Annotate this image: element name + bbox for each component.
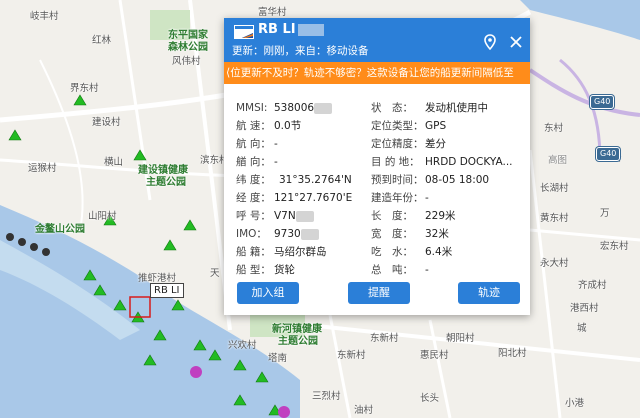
track-button[interactable]: 轨迹 (458, 282, 520, 304)
field-length: 长 度： 229米 (371, 210, 456, 222)
ship-callout[interactable]: RB LI (150, 283, 184, 298)
map-label: 运猴村 (28, 163, 57, 174)
popup-header: RB LI 更新：刚刚，来自：移动设备 (224, 18, 530, 62)
map-label: 东新村 (337, 350, 366, 361)
map-label: 城 (577, 323, 587, 334)
map-label: 横山 (104, 157, 124, 168)
field-width: 宽 度： 32米 (371, 228, 449, 240)
map-label-park: 森林公园 (168, 42, 208, 53)
map-label: 富华村 (258, 7, 287, 18)
field-heading: 艏 向： - (236, 156, 278, 168)
map-label: 阳北村 (498, 348, 527, 359)
field-flag: 船 籍： 马绍尔群岛 (236, 246, 327, 258)
field-imo: IMO： 9730 (236, 226, 319, 242)
map-label: 高图 (548, 155, 568, 166)
field-speed: 航 速： 0.0节 (236, 120, 302, 132)
highway-shield: G40 (596, 147, 621, 161)
map-label: 山阳村 (88, 211, 117, 222)
map-label: 齐成村 (578, 280, 607, 291)
map-label: 三烈村 (312, 391, 341, 402)
map-label: 港西村 (570, 303, 599, 314)
map-label: 塔南 (268, 353, 288, 364)
flag-icon (234, 25, 254, 39)
field-status: 状 态： 发动机使用中 (371, 102, 488, 114)
map-label: 建设村 (92, 117, 121, 128)
promo-notice[interactable]: ⟨位更新不及时？轨迹不够密？这款设备让您的船更新间隔低至 (224, 62, 530, 84)
ship-info-popup: RB LI 更新：刚刚，来自：移动设备 ⟨位更新不及时？轨迹不够密？这款设备让您… (224, 18, 530, 315)
field-course: 航 向： - (236, 138, 278, 150)
field-mmsi: MMSI: 538006 (236, 100, 333, 116)
field-gross-tonnage: 总 吨： - (371, 264, 429, 276)
field-destination: 目 的 地： HRDD DOCKYA... (371, 156, 513, 168)
map-label: 永大村 (540, 258, 569, 269)
map-label: 兴欢村 (228, 340, 257, 351)
map-label: 黄东村 (540, 213, 569, 224)
map-label: 东新村 (370, 333, 399, 344)
map-label: 万 (600, 208, 610, 219)
map-label: 天 (210, 268, 220, 279)
map-label: 岐丰村 (30, 11, 59, 22)
map-label: 宏东村 (600, 241, 629, 252)
map-label-park: 主题公园 (278, 336, 318, 347)
field-build-year: 建造年份： - (371, 192, 429, 204)
field-eta: 预到时间： 08-05 18:00 (371, 174, 490, 186)
ship-name: RB LI (258, 22, 324, 37)
location-pin-icon[interactable] (482, 34, 498, 51)
close-icon[interactable] (508, 34, 524, 50)
remind-button[interactable]: 提醒 (348, 282, 410, 304)
field-ship-type: 船 型： 货轮 (236, 264, 295, 276)
field-callsign: 呼 号： V7N (236, 208, 314, 224)
map-label: 红林 (92, 35, 112, 46)
map-label: 油村 (354, 405, 374, 416)
update-status: 更新：刚刚，来自：移动设备 (232, 45, 369, 57)
field-position-accuracy: 定位精度： 差分 (371, 138, 446, 150)
field-longitude: 经 度： 121°27.7670'E (236, 192, 353, 204)
map-label: 长头 (420, 393, 440, 404)
field-latitude: 纬 度： 31°35.2764'N (236, 174, 352, 186)
map-label: 推虾港村 (138, 273, 177, 284)
map-label: 惠民村 (420, 350, 449, 361)
add-to-group-button[interactable]: 加入组 (237, 282, 299, 304)
field-position-type: 定位类型： GPS (371, 120, 447, 132)
map-label: 风伟村 (172, 56, 201, 67)
map-label-park: 主题公园 (146, 177, 186, 188)
field-draught: 吃 水： 6.4米 (371, 246, 453, 258)
map-label: 界东村 (70, 83, 99, 94)
map-label: 长湖村 (540, 183, 569, 194)
map-label-park: 金鳌山公园 (35, 224, 85, 235)
map-label: 东村 (544, 123, 564, 134)
highway-shield: G40 (590, 95, 615, 109)
map-label: 朝阳村 (446, 333, 475, 344)
map-label: 小港 (565, 398, 585, 409)
